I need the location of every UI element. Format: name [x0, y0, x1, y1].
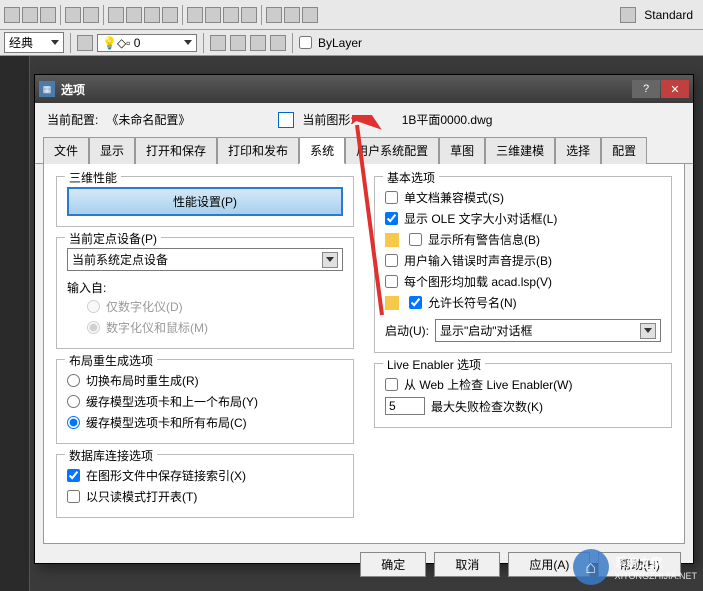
- tab-8[interactable]: 选择: [555, 137, 601, 164]
- fieldset-live-enabler: Live Enabler 选项 从 Web 上检查 Live Enabler(W…: [374, 363, 672, 428]
- pencil-icon[interactable]: [620, 7, 636, 23]
- legend: Live Enabler 选项: [383, 356, 485, 373]
- current-drawing-value: 1B平面0000.dwg: [402, 111, 493, 128]
- tab-panel-system: 三维性能 性能设置(P) 当前定点设备(P) 当前系统定点设备 输入自: 仅数字…: [43, 164, 685, 544]
- tab-6[interactable]: 草图: [439, 137, 485, 164]
- check-load-acadlsp[interactable]: 每个图形均加载 acad.lsp(V): [385, 271, 661, 292]
- fieldset-basic-options: 基本选项 单文档兼容模式(S) 显示 OLE 文字大小对话框(L) 显示所有警告…: [374, 176, 672, 353]
- check-single-doc[interactable]: 单文档兼容模式(S): [385, 187, 661, 208]
- tool-icon[interactable]: [108, 7, 124, 23]
- layer-dropdown[interactable]: 💡◇▫ 0: [97, 34, 197, 52]
- tool-icon[interactable]: [230, 35, 246, 51]
- tool-icon[interactable]: [40, 7, 56, 23]
- tab-9[interactable]: 配置: [601, 137, 647, 164]
- tab-2[interactable]: 打开和保存: [135, 137, 217, 164]
- tool-icon[interactable]: [205, 7, 221, 23]
- tool-icon[interactable]: [4, 7, 20, 23]
- perf-settings-button[interactable]: 性能设置(P): [67, 187, 343, 216]
- tool-icon[interactable]: [270, 35, 286, 51]
- app-icon: ▦: [39, 81, 55, 97]
- current-drawing-label: 当前图形:: [302, 111, 353, 128]
- tool-icon[interactable]: [266, 7, 282, 23]
- warn-icon: [385, 233, 399, 247]
- tool-icon[interactable]: [144, 7, 160, 23]
- tab-1[interactable]: 显示: [89, 137, 135, 164]
- tool-icon[interactable]: [250, 35, 266, 51]
- help-button[interactable]: ?: [632, 80, 660, 98]
- radio-digitizer-mouse: 数字化仪和鼠标(M): [87, 317, 343, 338]
- radio-cache-last[interactable]: 缓存模型选项卡和上一个布局(Y): [67, 391, 343, 412]
- fieldset-pointer: 当前定点设备(P) 当前系统定点设备 输入自: 仅数字化仪(D) 数字化仪和鼠标…: [56, 237, 354, 349]
- symbol-icon: [385, 296, 399, 310]
- max-fail-label: 最大失败检查次数(K): [431, 398, 543, 415]
- tool-icon[interactable]: [223, 7, 239, 23]
- options-dialog: ▦ 选项 ? ✕ 当前配置: 《未命名配置》 当前图形: 1B平面0000.dw…: [34, 74, 694, 564]
- fieldset-3d-perf: 三维性能 性能设置(P): [56, 176, 354, 227]
- radio-regen-switch[interactable]: 切换布局时重生成(R): [67, 370, 343, 391]
- check-readonly-tables[interactable]: 以只读模式打开表(T): [67, 486, 343, 507]
- tool-icon[interactable]: [302, 7, 318, 23]
- watermark: ⌂ 系统之家 XITONGZHIJIA.NET: [573, 549, 697, 585]
- home-icon: ⌂: [573, 549, 609, 585]
- legend: 基本选项: [383, 169, 439, 186]
- check-store-index[interactable]: 在图形文件中保存链接索引(X): [67, 465, 343, 486]
- tab-5[interactable]: 用户系统配置: [345, 137, 439, 164]
- radio-cache-all[interactable]: 缓存模型选项卡和所有布局(C): [67, 412, 343, 433]
- tab-0[interactable]: 文件: [43, 137, 89, 164]
- check-web-live-enabler[interactable]: 从 Web 上检查 Live Enabler(W): [385, 374, 661, 395]
- tab-strip: 文件显示打开和保存打印和发布系统用户系统配置草图三维建模选择配置: [35, 136, 693, 164]
- dialog-title: 选项: [61, 81, 632, 98]
- startup-label: 启动(U):: [385, 322, 429, 339]
- startup-combo[interactable]: 显示"启动"对话框: [435, 319, 661, 342]
- check-all-warnings[interactable]: 显示所有警告信息(B): [385, 229, 661, 250]
- left-toolbar: [0, 56, 30, 591]
- tool-icon[interactable]: [83, 7, 99, 23]
- tab-7[interactable]: 三维建模: [485, 137, 555, 164]
- legend: 三维性能: [65, 169, 121, 186]
- cancel-button[interactable]: 取消: [434, 552, 500, 577]
- radio-digitizer-only: 仅数字化仪(D): [87, 296, 343, 317]
- tool-icon[interactable]: [187, 7, 203, 23]
- bylayer-check[interactable]: ByLayer: [299, 34, 362, 52]
- standard-label: Standard: [638, 8, 699, 22]
- layer-icon[interactable]: [77, 35, 93, 51]
- tool-icon[interactable]: [241, 7, 257, 23]
- dialog-titlebar: ▦ 选项 ? ✕: [35, 75, 693, 103]
- fieldset-layout-regen: 布局重生成选项 切换布局时重生成(R) 缓存模型选项卡和上一个布局(Y) 缓存模…: [56, 359, 354, 444]
- tab-4[interactable]: 系统: [299, 137, 345, 164]
- check-ole-text[interactable]: 显示 OLE 文字大小对话框(L): [385, 208, 661, 229]
- fieldset-db-connect: 数据库连接选项 在图形文件中保存链接索引(X) 以只读模式打开表(T): [56, 454, 354, 518]
- tool-icon[interactable]: [65, 7, 81, 23]
- legend: 当前定点设备(P): [65, 230, 161, 247]
- tab-3[interactable]: 打印和发布: [217, 137, 299, 164]
- tool-icon[interactable]: [162, 7, 178, 23]
- tool-icon[interactable]: [284, 7, 300, 23]
- secondary-toolbar: 经典 💡◇▫ 0 ByLayer: [0, 30, 703, 56]
- tool-icon[interactable]: [22, 7, 38, 23]
- pointer-device-combo[interactable]: 当前系统定点设备: [67, 248, 343, 271]
- current-config-value: 《未命名配置》: [106, 111, 190, 128]
- legend: 数据库连接选项: [65, 447, 157, 464]
- style-dropdown[interactable]: 经典: [4, 32, 64, 53]
- config-info-row: 当前配置: 《未命名配置》 当前图形: 1B平面0000.dwg: [35, 103, 693, 136]
- check-beep-error[interactable]: 用户输入错误时声音提示(B): [385, 250, 661, 271]
- close-button[interactable]: ✕: [661, 80, 689, 98]
- check-long-symbols[interactable]: 允许长符号名(N): [385, 292, 661, 313]
- main-toolbar: Standard: [0, 0, 703, 30]
- dwg-icon: [278, 112, 294, 128]
- current-config-label: 当前配置:: [47, 111, 98, 128]
- input-from-label: 输入自:: [67, 279, 343, 296]
- ok-button[interactable]: 确定: [360, 552, 426, 577]
- tool-icon[interactable]: [210, 35, 226, 51]
- max-fail-input[interactable]: [385, 397, 425, 415]
- legend: 布局重生成选项: [65, 352, 157, 369]
- tool-icon[interactable]: [126, 7, 142, 23]
